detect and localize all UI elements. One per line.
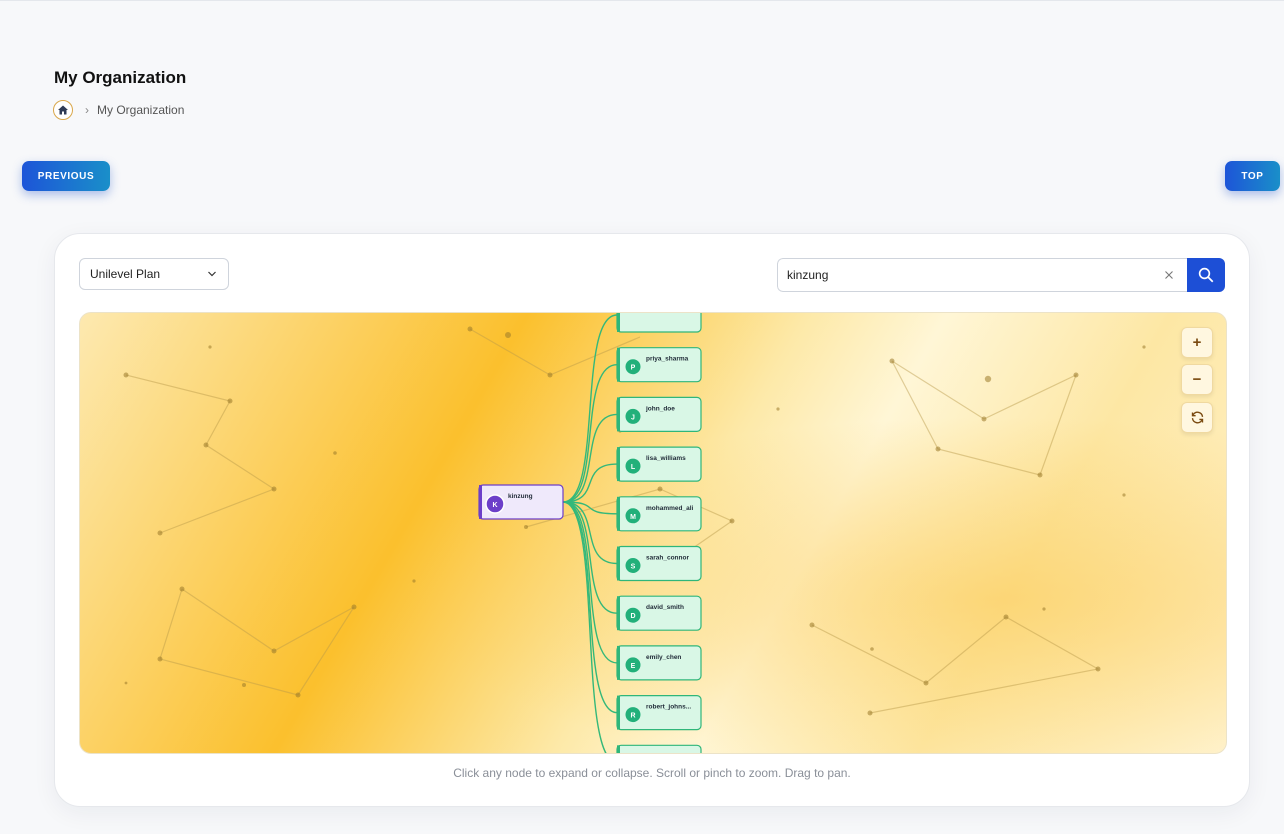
node-name: robert_johns...	[646, 704, 691, 711]
tree-node-child[interactable]: Eemily_chen	[616, 645, 702, 681]
chevron-down-icon	[208, 271, 216, 277]
node-accent	[617, 645, 620, 680]
node-accent	[617, 347, 620, 382]
chevron-right-icon: ›	[85, 103, 89, 117]
node-name: john_doe	[645, 405, 675, 412]
clear-icon[interactable]	[1159, 265, 1179, 285]
org-tree-canvas[interactable]: Ppriya_sharma Jjohn_doe Llisa_williams Mmoh…	[79, 312, 1227, 754]
search-box	[777, 258, 1225, 292]
breadcrumb-current: My Organization	[97, 103, 185, 117]
avatar-initial: P	[631, 365, 636, 372]
avatar-initial: D	[630, 613, 635, 620]
tree-node-child[interactable]: Ddavid_smith	[616, 595, 702, 631]
background-constellations	[125, 328, 1100, 714]
node-accent	[617, 496, 620, 531]
zoom-in-button[interactable]: +	[1181, 327, 1213, 358]
avatar-initial: S	[631, 564, 636, 571]
node-accent	[617, 447, 620, 482]
node-name: lisa_williams	[646, 455, 686, 462]
tree-node-child[interactable]: Rrobert_johns...	[616, 695, 702, 731]
avatar-initial: L	[631, 464, 636, 471]
node-name: emily_chen	[646, 654, 681, 661]
node-accent	[617, 313, 620, 332]
tree-node-child[interactable]: Jjohn_doe	[616, 396, 702, 433]
previous-button[interactable]: PREVIOUS	[22, 161, 110, 191]
node-accent	[617, 397, 620, 432]
tree-link	[562, 501, 607, 753]
page-title: My Organization	[54, 68, 187, 87]
node-name: kinzung	[508, 493, 533, 500]
node-name: sarah_connor	[646, 555, 689, 562]
avatar-initial: J	[631, 414, 635, 421]
tree-link	[562, 314, 618, 503]
node-accent	[617, 695, 620, 730]
tree-node-child[interactable]: Mmohammed_ali	[616, 496, 702, 532]
top-divider	[0, 0, 1284, 1]
tree-node-child[interactable]: Llisa_williams	[616, 446, 702, 482]
tree-links	[562, 314, 618, 753]
reset-view-button[interactable]	[1181, 402, 1213, 433]
avatar-initial: K	[492, 502, 497, 509]
plan-select-value: Unilevel Plan	[90, 267, 161, 281]
plan-select[interactable]: Unilevel Plan	[79, 258, 229, 290]
search-icon	[1198, 267, 1214, 283]
avatar-initial: M	[630, 514, 636, 521]
tree-link	[562, 501, 618, 614]
zoom-out-button[interactable]: −	[1181, 364, 1213, 395]
node-card	[616, 313, 702, 333]
tree-node-child[interactable]	[616, 313, 702, 333]
search-input[interactable]	[777, 258, 1187, 292]
tree-help-text: Click any node to expand or collapse. Sc…	[453, 766, 851, 780]
breadcrumb: › My Organization	[53, 100, 184, 120]
tree-node-child[interactable]: Ssarah_connor	[616, 545, 702, 582]
node-name: mohammed_ali	[646, 505, 694, 512]
node-card	[616, 744, 702, 753]
tree-link	[562, 463, 618, 503]
node-accent	[617, 546, 620, 581]
org-tree[interactable]: Ppriya_sharma Jjohn_doe Llisa_williams Mmoh…	[80, 313, 1226, 753]
node-name: priya_sharma	[646, 356, 689, 363]
avatar-initial: R	[630, 713, 635, 720]
node-accent	[617, 596, 620, 631]
node-name: david_smith	[646, 604, 684, 611]
tree-node-root[interactable]: Kkinzung	[478, 484, 564, 520]
node-accent	[617, 745, 620, 753]
node-accent	[479, 485, 482, 519]
tree-node-child[interactable]: Ppriya_sharma	[616, 347, 702, 383]
home-icon[interactable]	[53, 100, 73, 120]
top-button[interactable]: TOP	[1225, 161, 1280, 191]
avatar-initial: E	[631, 663, 636, 670]
tree-node-child[interactable]: Mmichael_brown	[616, 744, 702, 753]
search-button[interactable]	[1187, 258, 1225, 292]
organization-card: Unilevel Plan kinzung P priya_sharma J j…	[54, 233, 1250, 807]
refresh-icon	[1191, 411, 1203, 424]
